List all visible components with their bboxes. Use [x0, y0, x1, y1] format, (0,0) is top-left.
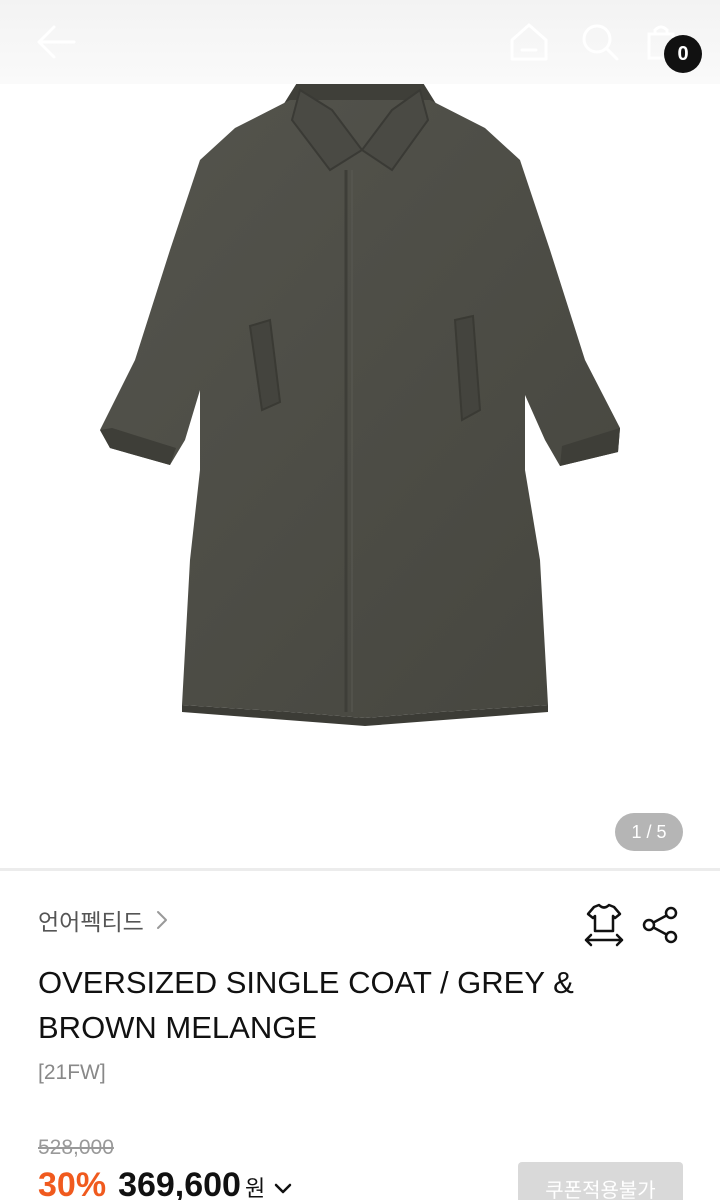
original-price: 528,000 — [38, 1136, 114, 1159]
search-icon[interactable] — [580, 22, 620, 62]
brand-link[interactable]: 언어펙티드 — [38, 903, 170, 937]
discount-rate: 30% — [38, 1166, 107, 1200]
brand-name: 언어펙티드 — [38, 910, 144, 936]
product-image-gallery[interactable]: 1 / 5 — [0, 0, 720, 868]
home-icon[interactable] — [508, 22, 550, 62]
season-tag: [21FW] — [38, 1061, 106, 1084]
size-guide-icon[interactable] — [582, 903, 626, 947]
currency-unit: 원 — [244, 1177, 266, 1200]
share-icon[interactable] — [640, 905, 680, 945]
back-arrow-icon[interactable] — [36, 24, 76, 60]
top-navigation-bar: 0 — [0, 0, 720, 84]
image-pager: 1 / 5 — [615, 813, 683, 851]
sale-price: 369,600 — [118, 1166, 241, 1200]
coupon-unavailable-button[interactable]: 쿠폰적용불가 — [518, 1162, 683, 1200]
cart-count-badge[interactable]: 0 — [664, 35, 702, 73]
product-image — [100, 78, 620, 726]
chevron-down-icon[interactable] — [273, 1182, 293, 1196]
product-title: OVERSIZED SINGLE COAT / GREY & BROWN MEL… — [38, 965, 574, 1045]
chevron-right-icon — [156, 911, 167, 929]
section-divider — [0, 868, 720, 871]
price-row[interactable]: 30% 369,600 원 — [38, 1166, 293, 1200]
